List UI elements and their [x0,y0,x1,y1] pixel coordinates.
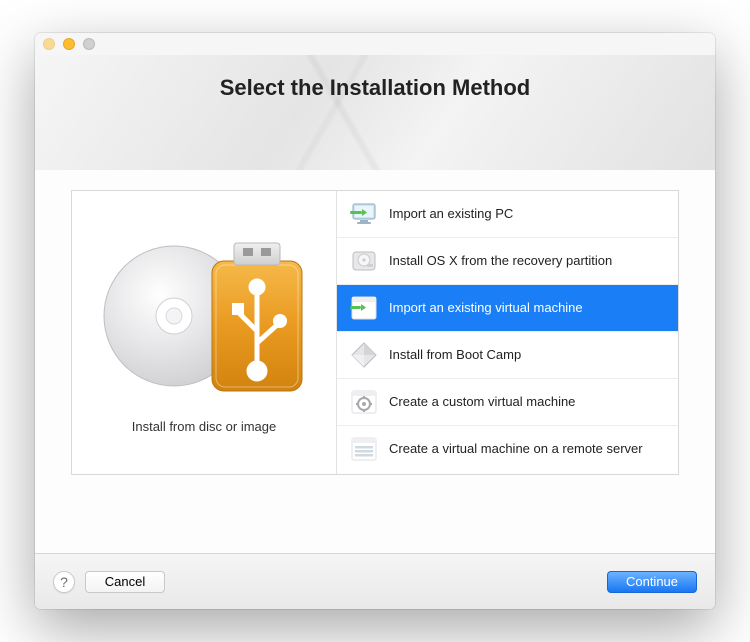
cancel-button[interactable]: Cancel [85,571,165,593]
close-window-button[interactable] [43,38,55,50]
continue-label: Continue [626,574,678,589]
content-area: Install from disc or image [35,170,715,553]
header: Select the Installation Method [35,55,715,170]
bootcamp-diamond-icon [349,340,379,370]
continue-button[interactable]: Continue [607,571,697,593]
option-create-custom-vm[interactable]: Create a custom virtual machine [337,379,678,426]
minimize-window-button[interactable] [63,38,75,50]
method-panel: Install from disc or image [71,190,679,475]
option-create-remote-vm[interactable]: Create a virtual machine on a remote ser… [337,426,678,472]
cancel-label: Cancel [105,574,145,589]
maximize-window-button[interactable] [83,38,95,50]
disc-usb-illustration [94,231,314,401]
option-install-bootcamp[interactable]: Install from Boot Camp [337,332,678,379]
option-import-pc[interactable]: Import an existing PC [337,191,678,238]
option-import-virtual-machine[interactable]: Import an existing virtual machine [337,285,678,332]
option-label: Install from Boot Camp [389,347,521,363]
option-label: Import an existing PC [389,206,513,222]
option-label: Create a custom virtual machine [389,394,575,410]
option-label: Install OS X from the recovery partition [389,253,612,269]
footer-toolbar: ? Cancel Continue [35,553,715,609]
titlebar [35,33,715,55]
illustration-pane: Install from disc or image [72,191,337,474]
option-install-osx-recovery[interactable]: Install OS X from the recovery partition [337,238,678,285]
harddisk-icon [349,246,379,276]
installation-options-list: Import an existing PC Install OS X from … [337,191,678,474]
illustration-caption: Install from disc or image [132,419,277,434]
custom-gear-icon [349,387,379,417]
help-button[interactable]: ? [53,571,75,593]
monitor-import-icon [349,199,379,229]
vm-window-icon [349,293,379,323]
page-title: Select the Installation Method [220,75,530,101]
installer-window: Select the Installation Method [35,33,715,609]
remote-server-icon [349,434,379,464]
help-icon: ? [60,574,68,590]
option-label: Import an existing virtual machine [389,300,583,316]
option-label: Create a virtual machine on a remote ser… [389,441,643,457]
